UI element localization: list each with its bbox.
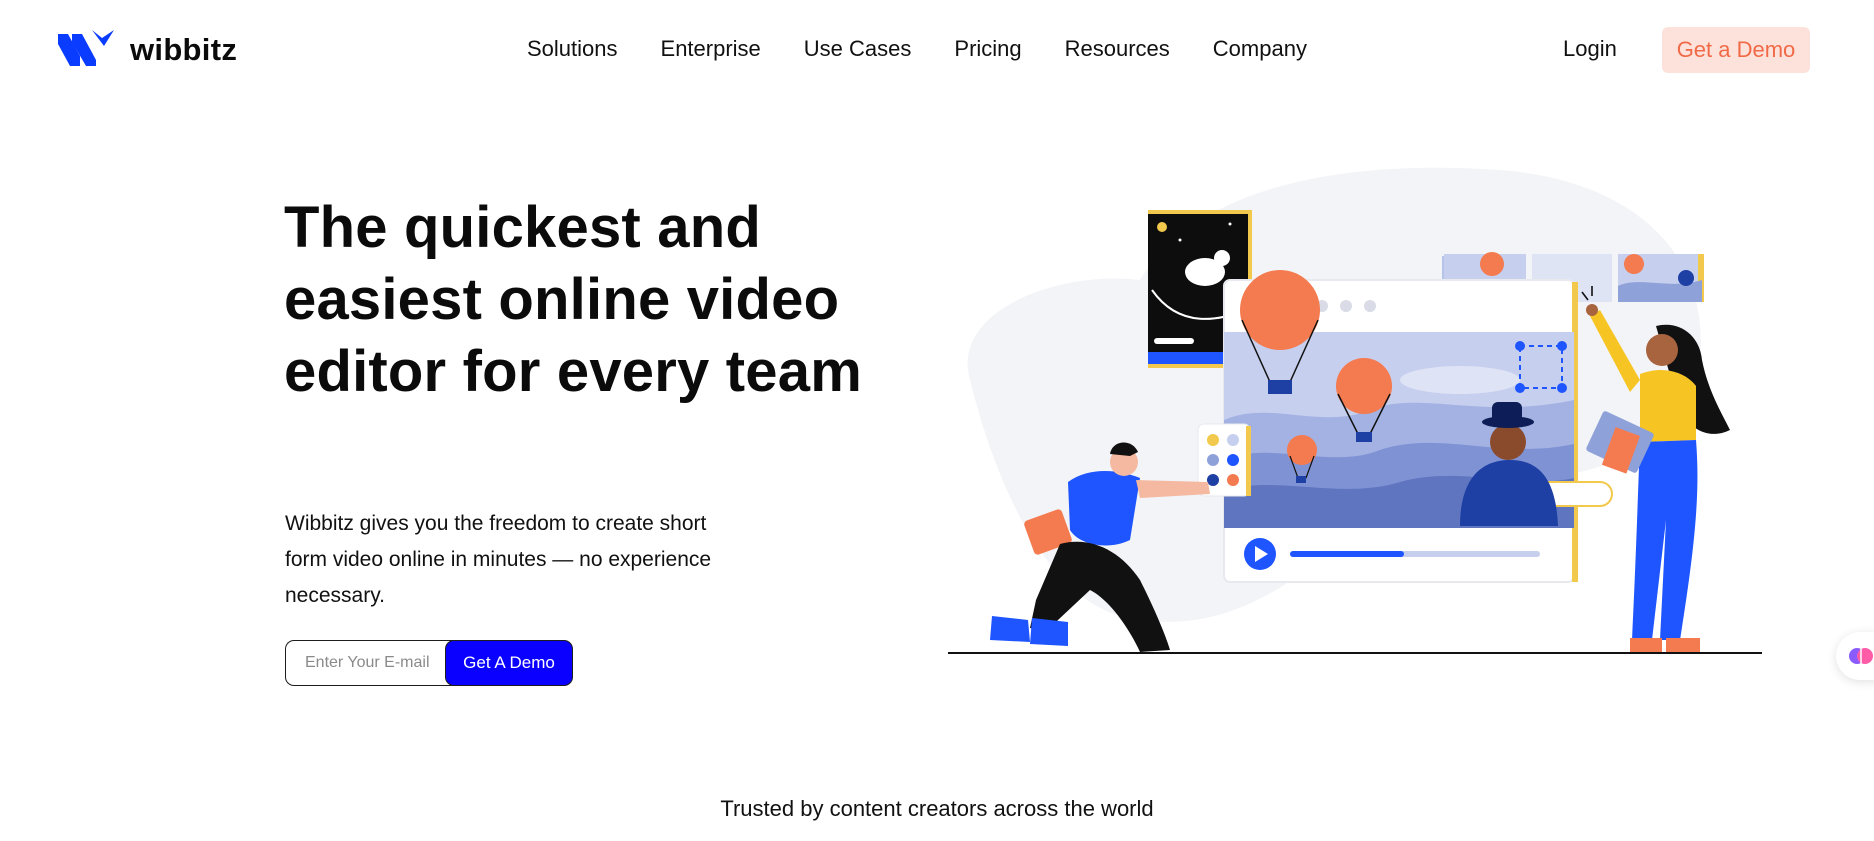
brain-icon bbox=[1849, 648, 1873, 664]
wibbitz-logo-icon bbox=[58, 30, 114, 66]
email-field[interactable] bbox=[285, 640, 453, 686]
nav-item-resources[interactable]: Resources bbox=[1065, 36, 1170, 62]
nav-item-enterprise[interactable]: Enterprise bbox=[661, 36, 761, 62]
brand-logo[interactable]: wibbitz bbox=[58, 30, 237, 70]
hero-title: The quickest and easiest online video ed… bbox=[284, 195, 862, 404]
nav-item-pricing[interactable]: Pricing bbox=[954, 36, 1021, 62]
site-header: wibbitz Solutions Enterprise Use Cases P… bbox=[0, 0, 1874, 100]
nav-item-use-cases[interactable]: Use Cases bbox=[804, 36, 912, 62]
nav-item-solutions[interactable]: Solutions bbox=[527, 36, 618, 62]
get-demo-button[interactable]: Get a Demo bbox=[1662, 27, 1810, 73]
trusted-by-text: Trusted by content creators across the w… bbox=[720, 796, 1154, 821]
main-nav: Solutions Enterprise Use Cases Pricing R… bbox=[527, 36, 1350, 62]
hero-subtitle: Wibbitz gives you the freedom to create … bbox=[285, 512, 712, 607]
brand-name: wibbitz bbox=[130, 32, 238, 67]
get-a-demo-submit-button[interactable]: Get A Demo bbox=[445, 640, 573, 686]
demo-signup-form: Get A Demo bbox=[285, 640, 573, 686]
login-link[interactable]: Login bbox=[1563, 36, 1617, 62]
nav-item-company[interactable]: Company bbox=[1213, 36, 1307, 62]
floating-assistant-widget[interactable] bbox=[1836, 632, 1874, 680]
hero-illustration: I bbox=[948, 167, 1762, 654]
